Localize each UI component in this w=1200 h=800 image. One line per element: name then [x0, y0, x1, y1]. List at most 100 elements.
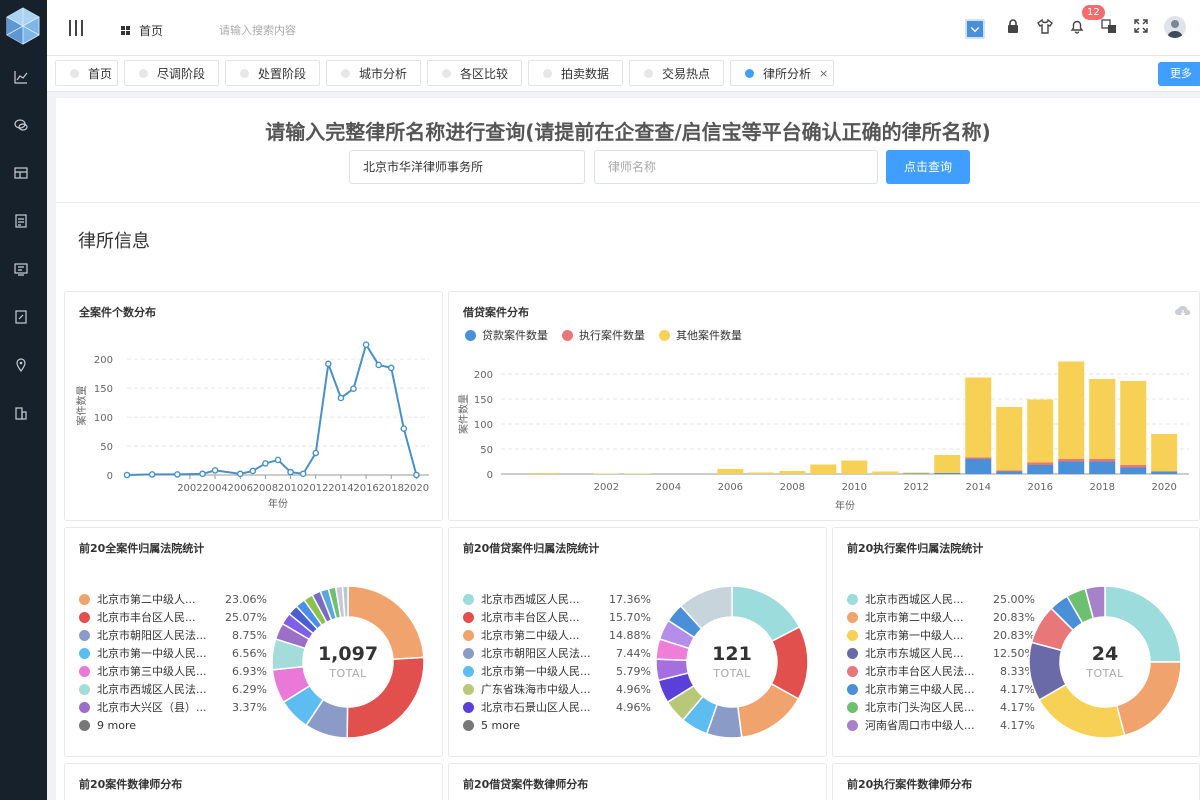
firm-name-input[interactable]: 北京市华洋律师事务所 — [349, 150, 585, 184]
tag-city-analysis[interactable]: 城市分析 — [326, 60, 421, 86]
loan-cases-bar-chart: 0 50 100 150 200 2002 2004 2006 2008 2010 2012 2014… — [457, 361, 1189, 512]
menu-toggle-icon[interactable] — [69, 20, 83, 36]
legend-swatch — [463, 719, 474, 731]
x-tick-label: 2018 — [379, 483, 404, 494]
legend-swatch — [79, 719, 90, 731]
data-point — [236, 470, 244, 478]
exec-court-donut-card: 前20执行案件归属法院统计 北京市西城区人民... 25.00% 北京市第二中级人.… — [832, 527, 1200, 757]
x-tick-label: 2008 — [780, 482, 805, 493]
legend-swatch — [79, 629, 90, 641]
legend-label: 河南省周口市中级人... — [865, 719, 975, 732]
legend-item[interactable]: 北京市石景山区人民... 4.96% — [463, 699, 651, 715]
data-point — [325, 360, 332, 368]
x-tick-label: 2010 — [842, 482, 867, 493]
x-tick-label: 2010 — [278, 483, 303, 494]
query-button[interactable]: 点击查询 — [886, 150, 970, 184]
main-panel: 请输入完整律所名称进行查询(请提前在企查查/启信宝等平台确认正确的律所名称) 北… — [56, 98, 1200, 800]
lock-icon[interactable] — [1005, 18, 1021, 40]
legend-item[interactable]: 北京市丰台区人民... 25.07% — [79, 609, 267, 625]
legend-item[interactable]: 北京市东城区人民... 12.50% — [847, 645, 1035, 661]
legend-item[interactable]: 北京市西城区人民... 17.36% — [463, 591, 651, 607]
table-icon[interactable] — [14, 166, 28, 180]
tag-law-firm-analysis[interactable]: 律所分析 × — [730, 60, 834, 86]
legend-item[interactable]: 北京市西城区人民法... 6.29% — [79, 681, 267, 697]
legend-item[interactable]: 北京市第一中级人民... 5.79% — [463, 663, 651, 679]
legend-item[interactable]: 北京市第三中级人民... 6.93% — [79, 663, 267, 679]
legend-item[interactable]: 北京市丰台区人民法... 8.33% — [847, 663, 1035, 679]
bar-segment — [996, 470, 1023, 472]
legend-swatch — [79, 593, 90, 605]
legend-item[interactable]: 北京市丰台区人民... 15.70% — [463, 609, 651, 625]
legend-label: 北京市西城区人民... — [865, 593, 964, 606]
y-tick-label: 100 — [94, 413, 113, 424]
legend-label: 5 more — [481, 718, 520, 732]
legend-more[interactable]: 5 more — [463, 717, 520, 733]
tag-dot-icon — [341, 68, 350, 78]
data-point — [362, 341, 370, 348]
legend-item[interactable]: 北京市第二中级人... 23.06% — [79, 591, 267, 607]
avatar[interactable] — [1164, 16, 1186, 38]
donut-total: 24 — [1091, 643, 1119, 665]
bell-icon[interactable] — [1069, 18, 1085, 40]
bar-segment — [996, 407, 1023, 471]
legend-label: 北京市第一中级人民... — [97, 647, 207, 660]
legend-percent: 25.07% — [225, 610, 267, 624]
bar-segment — [1151, 434, 1178, 472]
chart-title: 前20执行案件数律师分布 — [847, 778, 973, 791]
legend-percent: 8.75% — [232, 628, 267, 642]
data-point — [400, 425, 408, 432]
legend-item[interactable]: 北京市门头沟区人民... 4.17% — [847, 699, 1035, 715]
breadcrumb-home[interactable]: 首页 — [121, 22, 163, 39]
legend-item[interactable]: 河南省周口市中级人... 4.17% — [847, 717, 1035, 733]
legend-label: 北京市第三中级人民... — [97, 665, 207, 678]
legend-swatch — [79, 647, 90, 659]
edit-icon[interactable] — [14, 310, 28, 324]
lawyer-name-input[interactable]: 律师名称 — [594, 150, 878, 184]
location-icon[interactable] — [14, 358, 28, 372]
donut-total: 1,097 — [317, 643, 379, 665]
chart-icon[interactable] — [14, 70, 28, 84]
x-tick-label: 2006 — [228, 483, 253, 494]
legend-item[interactable]: 北京市西城区人民... 25.00% — [847, 591, 1035, 607]
legend-item[interactable]: 广东省珠海市中级人... 4.96% — [463, 681, 651, 697]
tag-trade-hotspot[interactable]: 交易热点 — [629, 60, 724, 86]
close-icon[interactable]: × — [819, 67, 828, 80]
bar-segment — [593, 473, 620, 474]
chat-icon[interactable] — [14, 118, 28, 132]
legend-more[interactable]: 9 more — [79, 717, 136, 733]
legend-item[interactable]: 北京市第二中级人... 20.83% — [847, 609, 1035, 625]
tag-due-diligence[interactable]: 尽调阶段 — [124, 60, 219, 86]
tag-disposal[interactable]: 处置阶段 — [225, 60, 320, 86]
legend-percent: 6.29% — [232, 682, 267, 696]
monitor-icon[interactable] — [14, 262, 28, 276]
legend-swatch — [463, 665, 474, 677]
data-point — [148, 471, 156, 478]
translate-icon[interactable] — [1101, 18, 1117, 40]
chevron-down-icon — [970, 26, 980, 33]
document-icon[interactable] — [14, 214, 28, 228]
bar-segment — [748, 472, 775, 474]
search-input[interactable]: 请输入搜索内容 — [219, 22, 296, 38]
legend-item[interactable]: 北京市大兴区（县）... 3.37% — [79, 699, 267, 715]
logo-icon[interactable] — [3, 6, 43, 46]
legend-item[interactable]: 北京市第一中级人民... 6.56% — [79, 645, 267, 661]
bar-segment — [1058, 461, 1085, 474]
more-button[interactable]: 更多 — [1158, 62, 1200, 86]
bar-segment — [1058, 459, 1085, 462]
bar-segment — [1089, 379, 1116, 459]
dropdown-toggle[interactable] — [965, 19, 985, 39]
legend-item[interactable]: 北京市朝阳区人民法... 8.75% — [79, 627, 267, 643]
legend-item[interactable]: 北京市朝阳区人民法... 7.44% — [463, 645, 651, 661]
fullscreen-icon[interactable] — [1133, 18, 1149, 40]
tag-home[interactable]: 首页 — [55, 60, 118, 86]
legend-label: 北京市朝阳区人民法... — [481, 647, 591, 660]
shirt-icon[interactable] — [1037, 18, 1053, 40]
tag-auction-data[interactable]: 拍卖数据 — [528, 60, 623, 86]
legend-item[interactable]: 北京市第二中级人... 14.88% — [463, 627, 651, 643]
tag-district-compare[interactable]: 各区比较 — [427, 60, 522, 86]
building-icon[interactable] — [14, 406, 28, 420]
legend-item[interactable]: 北京市第一中级人... 20.83% — [847, 627, 1035, 643]
data-point — [287, 468, 294, 476]
legend-item[interactable]: 北京市第三中级人民... 4.17% — [847, 681, 1035, 697]
legend-percent: 7.44% — [616, 646, 651, 660]
